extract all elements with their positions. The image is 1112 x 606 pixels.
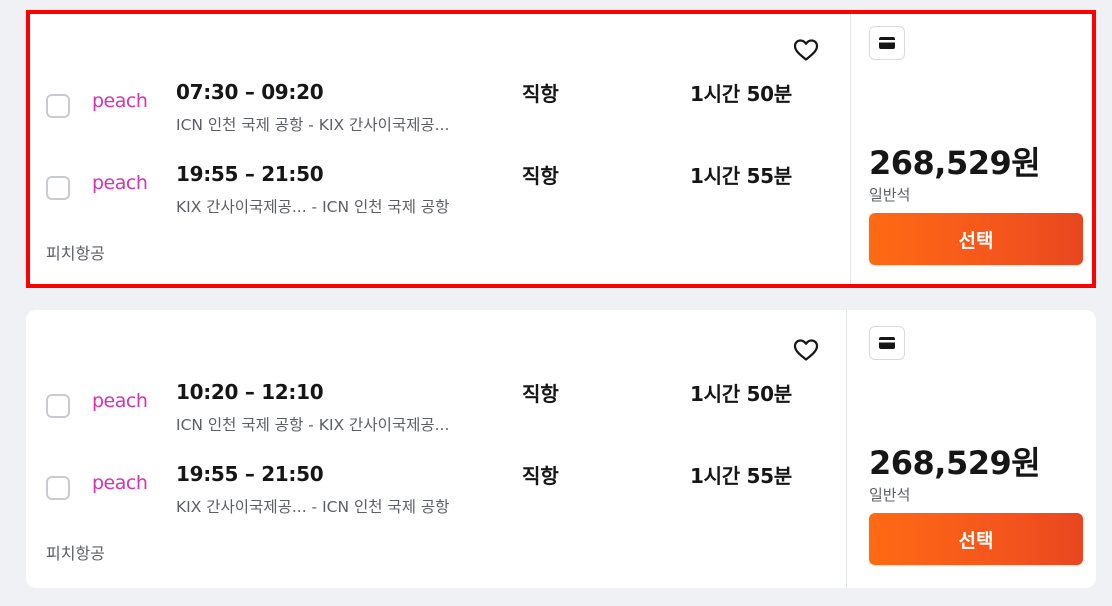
flight-route: KIX 간사이국제공... - ICN 인천 국제 공항 [176, 498, 450, 516]
flight-leg-return: peach 19:55 – 21:50 KIX 간사이국제공... - ICN … [26, 462, 846, 522]
peach-logo: peach [92, 172, 148, 194]
heart-outline-icon[interactable] [793, 338, 819, 362]
flight-result-card[interactable]: peach 10:20 – 12:10 ICN 인천 국제 공항 - KIX 간… [26, 310, 1096, 588]
flight-route: ICN 인천 국제 공항 - KIX 간사이국제공... [176, 116, 450, 134]
flight-duration: 1시간 55분 [690, 164, 792, 188]
airline-name: 피치항공 [46, 244, 105, 263]
leg-checkbox[interactable] [46, 176, 70, 200]
leg-checkbox[interactable] [46, 94, 70, 118]
price-section: 268,529원 일반석 선택 [846, 310, 1096, 588]
price-amount: 268,529원 [869, 144, 1041, 182]
select-button[interactable]: 선택 [869, 213, 1083, 265]
peach-logo: peach [92, 472, 148, 494]
flight-time: 19:55 – 21:50 [176, 162, 324, 186]
flight-duration: 1시간 50분 [690, 82, 792, 106]
itinerary-section: peach 07:30 – 09:20 ICN 인천 국제 공항 - KIX 간… [30, 14, 850, 284]
flight-time: 19:55 – 21:50 [176, 462, 324, 486]
flight-result-card[interactable]: peach 07:30 – 09:20 ICN 인천 국제 공항 - KIX 간… [26, 10, 1096, 288]
leg-checkbox[interactable] [46, 476, 70, 500]
cabin-class: 일반석 [869, 486, 911, 504]
stops-label: 직항 [522, 464, 559, 488]
select-button[interactable]: 선택 [869, 513, 1083, 565]
peach-logo: peach [92, 90, 148, 112]
flight-route: KIX 간사이국제공... - ICN 인천 국제 공항 [176, 198, 450, 216]
card-icon[interactable] [869, 326, 905, 360]
flight-leg-return: peach 19:55 – 21:50 KIX 간사이국제공... - ICN … [30, 162, 850, 222]
price-amount: 268,529원 [869, 444, 1041, 482]
cabin-class: 일반석 [869, 186, 911, 204]
flight-time: 07:30 – 09:20 [176, 80, 324, 104]
leg-checkbox[interactable] [46, 394, 70, 418]
flight-duration: 1시간 55분 [690, 464, 792, 488]
flight-leg-outbound: peach 10:20 – 12:10 ICN 인천 국제 공항 - KIX 간… [26, 380, 846, 440]
flight-route: ICN 인천 국제 공항 - KIX 간사이국제공... [176, 416, 450, 434]
flight-time: 10:20 – 12:10 [176, 380, 324, 404]
stops-label: 직항 [522, 82, 559, 106]
price-section: 268,529원 일반석 선택 [850, 14, 1092, 284]
heart-outline-icon[interactable] [793, 38, 819, 62]
flight-duration: 1시간 50분 [690, 382, 792, 406]
peach-logo: peach [92, 390, 148, 412]
card-icon[interactable] [869, 26, 905, 60]
stops-label: 직항 [522, 164, 559, 188]
stops-label: 직항 [522, 382, 559, 406]
flight-leg-outbound: peach 07:30 – 09:20 ICN 인천 국제 공항 - KIX 간… [30, 80, 850, 140]
itinerary-section: peach 10:20 – 12:10 ICN 인천 국제 공항 - KIX 간… [26, 310, 846, 588]
airline-name: 피치항공 [46, 544, 105, 563]
